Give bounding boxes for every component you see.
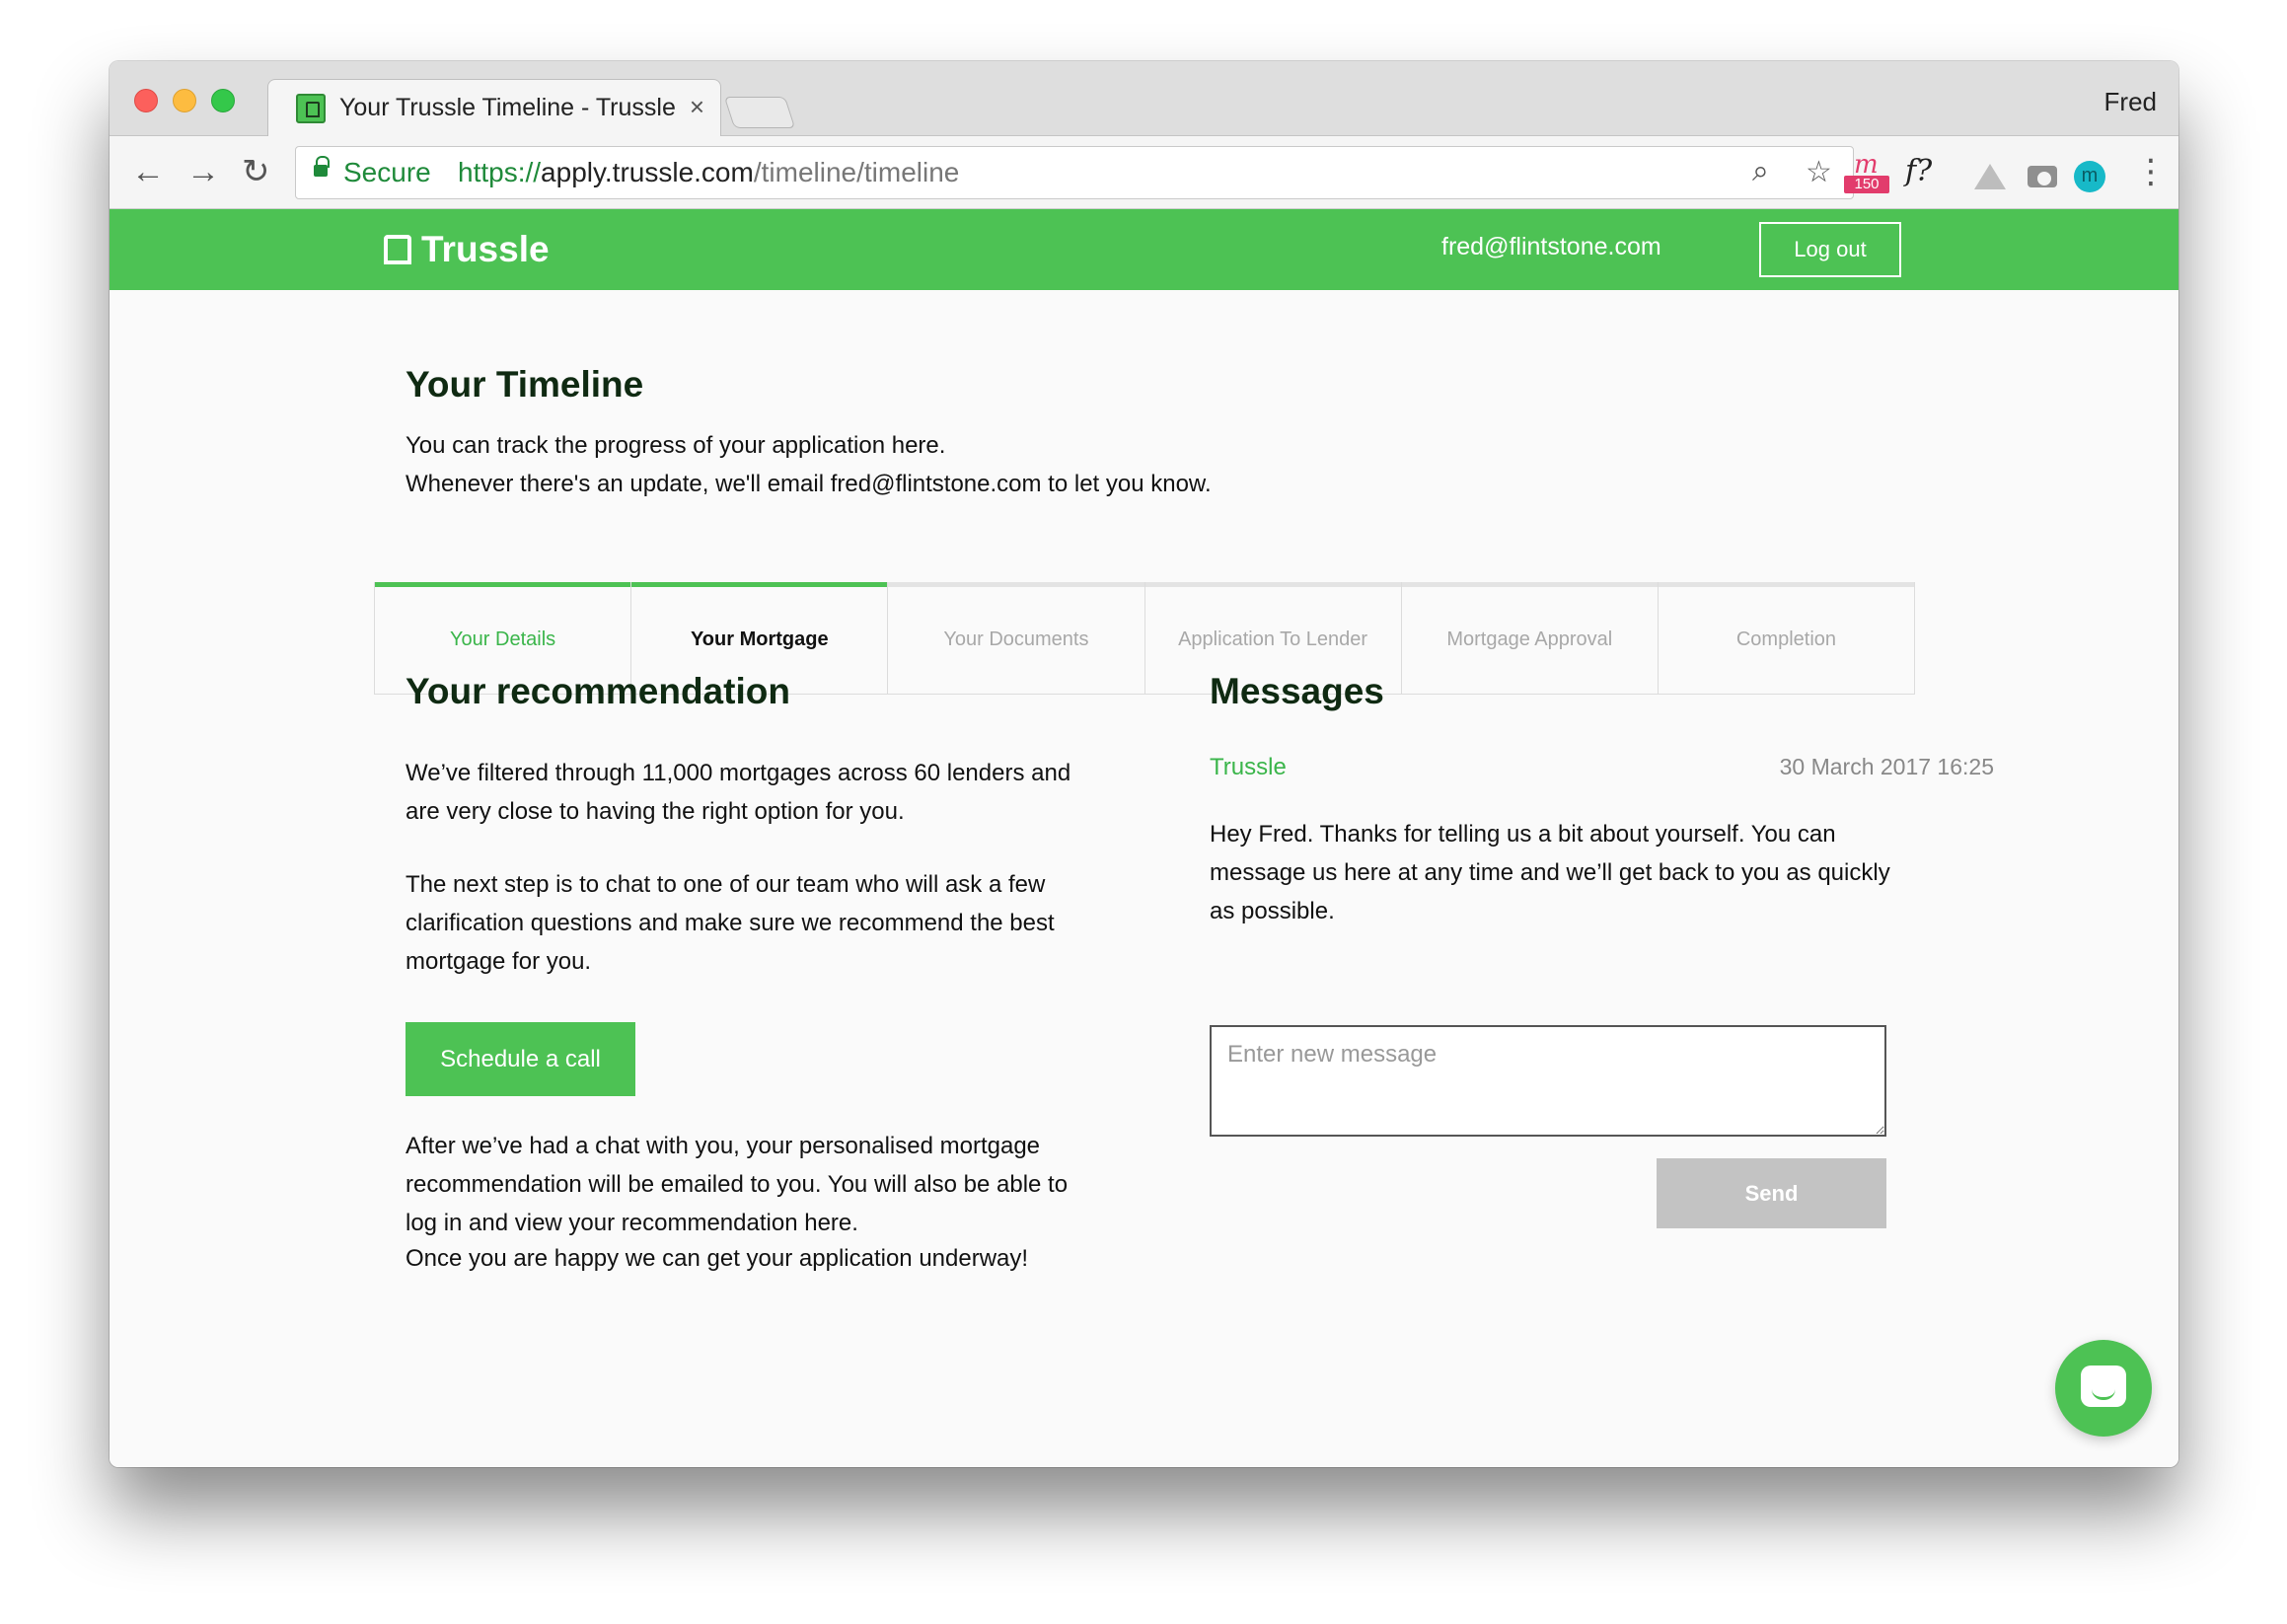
profile-m-icon[interactable]: m <box>2074 161 2105 192</box>
close-window-button[interactable] <box>134 89 158 112</box>
recommendation-paragraph-2: The next step is to chat to one of our t… <box>406 871 1055 975</box>
url-protocol: https:// <box>458 157 542 187</box>
schedule-call-button[interactable]: Schedule a call <box>406 1022 635 1096</box>
message-body: Hey Fred. Thanks for telling us a bit ab… <box>1210 821 1890 924</box>
main-content: Your Timeline You can track the progress… <box>110 290 2178 1467</box>
recommendation-title: Your recommendation <box>406 671 790 711</box>
timeline-step[interactable]: Mortgage Approval <box>1402 582 1659 694</box>
subtitle-line-2: Whenever there's an update, we'll email … <box>406 471 1212 497</box>
bookmark-star-icon[interactable]: ☆ <box>1806 155 1832 189</box>
url-host: apply.trussle.com <box>541 157 754 187</box>
message-date: 30 March 2017 16:25 <box>1779 754 1994 779</box>
secure-label: Secure <box>343 157 431 187</box>
back-arrow-icon[interactable]: ← <box>131 152 165 191</box>
url-text[interactable]: https://apply.trussle.com/timeline/timel… <box>458 157 959 188</box>
menu-dots-icon[interactable]: ⋮ <box>2134 152 2168 191</box>
extension-badge-count: 150 <box>1844 176 1889 193</box>
browser-toolbar: ← → ↻ Secure https://apply.trussle.com/t… <box>110 136 2178 209</box>
url-path: /timeline/timeline <box>753 157 960 187</box>
drive-icon[interactable] <box>1974 164 2006 189</box>
camera-icon[interactable] <box>2028 166 2057 187</box>
page-title: Your Timeline <box>406 364 644 405</box>
browser-tab[interactable]: Your Trussle Timeline - Trussle × <box>267 79 721 136</box>
font-finder-icon[interactable]: f? <box>1905 152 1932 191</box>
minimize-window-button[interactable] <box>173 89 196 112</box>
zoom-icon[interactable]: ⌕ <box>1752 155 1769 188</box>
message-sender: Trussle <box>1210 754 1287 780</box>
site-header: Trussle fred@flintstone.com Log out <box>110 209 2178 290</box>
tab-title: Your Trussle Timeline - Trussle <box>339 94 675 121</box>
new-tab-button[interactable] <box>723 97 796 128</box>
send-button[interactable]: Send <box>1657 1158 1886 1228</box>
tab-close-icon[interactable]: × <box>690 92 704 122</box>
house-icon <box>384 235 411 264</box>
tab-strip: Your Trussle Timeline - Trussle × Fred <box>110 61 2178 136</box>
forward-arrow-icon[interactable]: → <box>186 152 220 191</box>
extension-m-icon[interactable]: m 150 <box>1844 150 1889 193</box>
new-message-input[interactable] <box>1210 1025 1886 1137</box>
reload-icon[interactable]: ↻ <box>242 152 270 191</box>
timeline-step[interactable]: Your Documents <box>888 582 1145 694</box>
profile-name[interactable]: Fred <box>2104 87 2157 117</box>
logo-text: Trussle <box>421 229 550 269</box>
messages-title: Messages <box>1210 671 1384 711</box>
recommendation-paragraph-1: We’ve filtered through 11,000 mortgages … <box>406 760 1071 825</box>
timeline-subtitle: You can track the progress of your appli… <box>406 426 1212 503</box>
recommendation-paragraph-4: Once you are happy we can get your appli… <box>406 1245 1029 1272</box>
maximize-window-button[interactable] <box>211 89 235 112</box>
logout-button[interactable]: Log out <box>1759 222 1901 277</box>
subtitle-line-1: You can track the progress of your appli… <box>406 432 946 459</box>
lock-icon <box>314 156 330 177</box>
browser-window: Your Trussle Timeline - Trussle × Fred ←… <box>110 61 2178 1467</box>
user-email: fred@flintstone.com <box>1441 233 1661 260</box>
timeline-step[interactable]: Completion <box>1659 582 1914 694</box>
address-bar[interactable]: Secure https://apply.trussle.com/timelin… <box>295 146 1854 199</box>
trussle-favicon-icon <box>296 94 326 123</box>
chat-widget-icon[interactable] <box>2055 1340 2152 1437</box>
recommendation-paragraph-3: After we’ve had a chat with you, your pe… <box>406 1133 1069 1236</box>
